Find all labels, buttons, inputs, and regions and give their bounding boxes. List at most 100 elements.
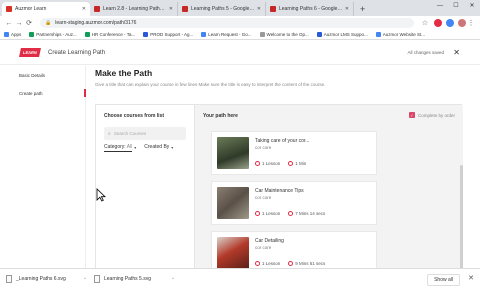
tab-close-icon[interactable]: ✕ bbox=[169, 6, 173, 12]
bookmark-item[interactable]: PROD Support - Ag... bbox=[143, 32, 193, 37]
downloads-bar: _Learning Paths 6.svg ^ Learning Paths 5… bbox=[0, 268, 480, 288]
clock-icon bbox=[288, 211, 294, 216]
url-text: learn-staging.auzmor.com/path/3176 bbox=[55, 20, 137, 26]
tab-label: Auzmor Learn bbox=[15, 6, 47, 12]
bookmark-item[interactable]: Auzmor LMS Suppo... bbox=[316, 32, 368, 37]
bookmark-apps[interactable]: Apps bbox=[4, 32, 21, 37]
sidebar-item-basic-details[interactable]: Basic Details bbox=[19, 73, 45, 78]
doc-icon bbox=[201, 32, 207, 37]
sheet-icon bbox=[84, 32, 90, 37]
apps-icon bbox=[4, 32, 9, 37]
logo-mark: LEARN bbox=[19, 48, 41, 57]
chevron-up-icon[interactable]: ^ bbox=[172, 276, 174, 281]
course-card[interactable]: Car Maintenance Tips cor core 1 Lesson 7… bbox=[211, 181, 377, 225]
section-subtitle: Give a title that can explain your cours… bbox=[95, 82, 326, 87]
window-controls: — ☐ ✕ bbox=[432, 0, 480, 12]
filters: Category: All ▾ Created By ▾ bbox=[104, 144, 181, 150]
app-header: LEARN Create Learning Path All changes s… bbox=[0, 41, 480, 65]
browser-tab-strip: Auzmor Learn ✕ Learn 2.8 - Learning Path… bbox=[0, 0, 480, 16]
search-icon: ⌕ bbox=[108, 130, 111, 137]
back-icon[interactable]: ← bbox=[4, 20, 14, 27]
close-icon[interactable]: ✕ bbox=[453, 48, 460, 57]
mouse-cursor-icon bbox=[96, 188, 106, 202]
extension-icon[interactable] bbox=[446, 19, 454, 27]
tab-label: Learning Paths 5 - Google Draw... bbox=[191, 6, 255, 12]
save-status: All changes saved bbox=[407, 50, 444, 55]
favicon-icon bbox=[270, 6, 276, 12]
favicon-icon bbox=[182, 6, 188, 12]
menu-icon[interactable]: ⋮ bbox=[466, 19, 476, 27]
download-item[interactable]: Learning Paths 5.svg ^ bbox=[94, 274, 174, 283]
bookmark-item[interactable]: Learn Request - Go... bbox=[201, 32, 252, 37]
tab-close-icon[interactable]: ✕ bbox=[82, 6, 86, 12]
lesson-icon bbox=[255, 211, 260, 216]
complete-by-order[interactable]: ✓ Complete by order bbox=[408, 112, 455, 118]
course-thumbnail bbox=[217, 237, 249, 269]
course-meta: 1 Lesson 9 Mins 51 secs bbox=[255, 261, 333, 266]
checkbox-icon[interactable]: ✓ bbox=[408, 112, 415, 118]
new-tab-button[interactable]: + bbox=[360, 2, 365, 16]
chevron-up-icon[interactable]: ^ bbox=[84, 276, 86, 281]
bookmark-item[interactable]: Welcome to the Op... bbox=[259, 32, 309, 37]
reload-icon[interactable]: ⟳ bbox=[24, 19, 34, 27]
search-placeholder: Search Courses bbox=[113, 131, 147, 136]
page-icon bbox=[259, 32, 265, 37]
sheet-icon bbox=[29, 32, 35, 37]
diamond-icon bbox=[143, 32, 149, 37]
chevron-down-icon: ▾ bbox=[171, 144, 174, 150]
clock-icon bbox=[288, 261, 294, 266]
bookmark-item[interactable]: Auzmor Website St... bbox=[375, 32, 425, 37]
course-title: Taking care of your cor... bbox=[255, 138, 310, 144]
maximize-icon[interactable]: ☐ bbox=[448, 0, 464, 12]
path-panel: Your path here ✓ Complete by order Takin… bbox=[194, 105, 463, 288]
section-title: Make the Path bbox=[95, 68, 153, 78]
favicon-icon bbox=[6, 6, 12, 12]
sidebar-item-create-path[interactable]: Create path bbox=[19, 91, 43, 96]
extension-icon[interactable] bbox=[434, 19, 442, 27]
path-heading: Your path here bbox=[203, 113, 238, 119]
bookmark-item[interactable]: Partnerships - Auz... bbox=[29, 32, 77, 37]
app-logo[interactable]: LEARN bbox=[19, 48, 41, 57]
course-card[interactable]: Taking care of your cor... cor core 1 Le… bbox=[211, 131, 377, 175]
favicon-icon bbox=[94, 6, 100, 12]
browser-tab[interactable]: Learning Paths 5 - Google Draw... ✕ bbox=[178, 2, 266, 16]
course-title: Car Detailing bbox=[255, 238, 284, 244]
url-field[interactable]: 🔒 learn-staging.auzmor.com/path/3176 bbox=[40, 18, 414, 28]
course-category: cor core bbox=[255, 195, 272, 200]
tab-label: Learn 2.8 - Learning Paths - Go... bbox=[103, 6, 167, 12]
file-icon bbox=[94, 274, 100, 283]
show-all-button[interactable]: Show all bbox=[427, 274, 460, 286]
close-icon[interactable]: ✕ bbox=[468, 274, 474, 282]
course-category: cor core bbox=[255, 145, 272, 150]
minimize-icon[interactable]: — bbox=[432, 0, 448, 12]
bookmark-item[interactable]: HR Conference - Ta... bbox=[84, 32, 135, 37]
clock-icon bbox=[288, 161, 294, 166]
tab-close-icon[interactable]: ✕ bbox=[257, 6, 261, 12]
tab-label: Learning Paths 6 - Google Draw... bbox=[279, 6, 343, 12]
star-icon[interactable]: ☆ bbox=[420, 19, 430, 27]
browser-tab[interactable]: Auzmor Learn ✕ bbox=[2, 2, 90, 16]
avatar[interactable] bbox=[458, 19, 466, 27]
page-title: Create Learning Path bbox=[48, 49, 106, 56]
created-by-filter[interactable]: Created By ▾ bbox=[144, 144, 173, 150]
main-content: Make the Path Give a title that can expl… bbox=[86, 66, 480, 288]
download-item[interactable]: _Learning Paths 6.svg ^ bbox=[6, 274, 86, 283]
builder-panel: Choose courses from list ⌕ Search Course… bbox=[95, 104, 463, 288]
lesson-icon bbox=[255, 161, 260, 166]
course-title: Car Maintenance Tips bbox=[255, 188, 304, 194]
file-icon bbox=[6, 274, 12, 283]
browser-tab[interactable]: Learning Paths 6 - Google Draw... ✕ bbox=[266, 2, 354, 16]
course-meta: 1 Lesson 1 Min bbox=[255, 161, 314, 166]
close-window-icon[interactable]: ✕ bbox=[464, 0, 480, 12]
course-category: cor core bbox=[255, 245, 272, 250]
address-bar: ← → ⟳ 🔒 learn-staging.auzmor.com/path/31… bbox=[0, 16, 480, 30]
diamond-icon bbox=[316, 32, 322, 37]
lock-icon: 🔒 bbox=[45, 20, 52, 26]
course-thumbnail bbox=[217, 137, 249, 169]
forward-icon[interactable]: → bbox=[14, 20, 24, 27]
search-input[interactable]: ⌕ Search Courses bbox=[104, 127, 186, 140]
browser-tab[interactable]: Learn 2.8 - Learning Paths - Go... ✕ bbox=[90, 2, 178, 16]
category-filter[interactable]: Category: All ▾ bbox=[104, 144, 136, 150]
tab-close-icon[interactable]: ✕ bbox=[345, 6, 349, 12]
doc-icon bbox=[375, 32, 381, 37]
